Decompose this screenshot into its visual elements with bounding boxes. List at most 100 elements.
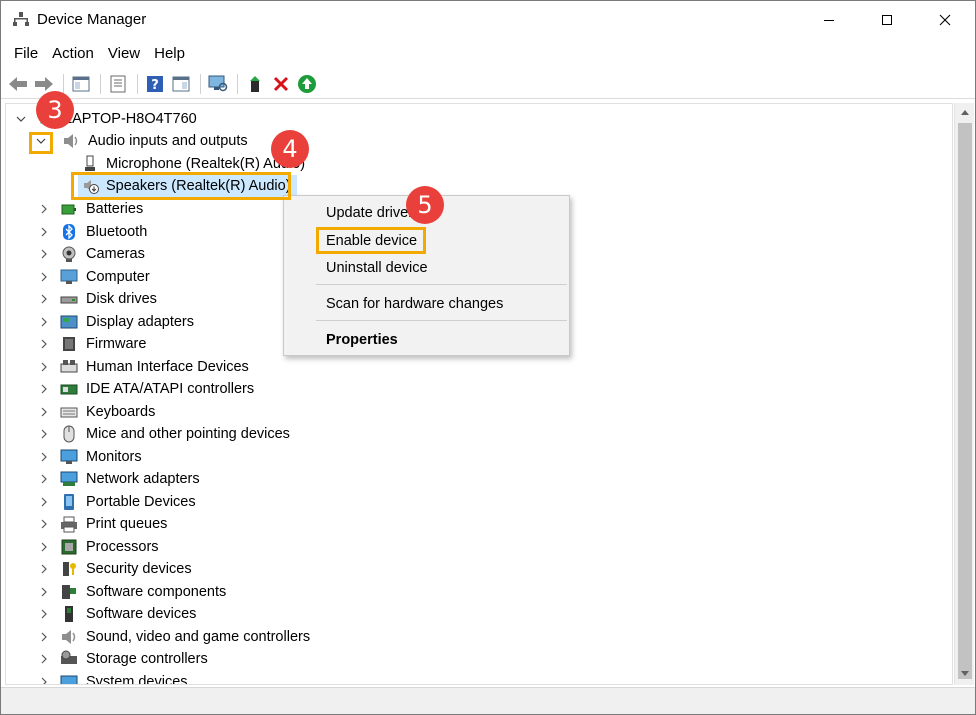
security-device-icon: [63, 562, 76, 576]
category-label: Sound, video and game controllers: [86, 628, 311, 645]
tree-category-human-interface-devices[interactable]: Human Interface Devices: [40, 356, 249, 378]
chevron-right-icon: [41, 609, 47, 619]
tree-category-software-components[interactable]: Software components: [40, 581, 226, 603]
update-driver-icon: [250, 75, 260, 92]
close-icon: [939, 14, 951, 26]
maximize-button[interactable]: [859, 1, 915, 39]
category-label: System devices: [86, 673, 188, 685]
category-label: Display adapters: [86, 313, 194, 330]
chevron-right-icon: [41, 564, 47, 574]
chevron-right-icon: [41, 654, 47, 664]
category-label: Computer: [86, 268, 150, 285]
show-hide-console-tree-button[interactable]: [70, 73, 92, 95]
tree-category-network-adapters[interactable]: Network adapters: [40, 468, 200, 490]
tree-category-sound-video-and-game-controllers[interactable]: Sound, video and game controllers: [40, 626, 310, 648]
menu-file[interactable]: File: [1, 41, 45, 67]
tree-category-batteries[interactable]: Batteries: [40, 198, 143, 220]
highlight-box-expand-chevron: [29, 132, 53, 154]
scroll-down-button[interactable]: [955, 665, 975, 683]
menu-view[interactable]: View: [101, 41, 147, 67]
update-driver-button[interactable]: [244, 73, 266, 95]
enable-device-button[interactable]: [296, 73, 318, 95]
category-label: Security devices: [86, 561, 192, 577]
tree-category-security-devices[interactable]: Security devices: [40, 558, 192, 580]
category-label: Portable Devices: [86, 493, 196, 510]
tree-category-disk-drives[interactable]: Disk drives: [40, 288, 157, 310]
toolbar-separator: [100, 73, 101, 94]
uninstall-device-button[interactable]: [270, 73, 292, 95]
tree-category-mice-and-other-pointing-devices[interactable]: Mice and other pointing devices: [40, 423, 290, 445]
help-icon: ?: [147, 75, 163, 93]
tree-category-portable-devices[interactable]: Portable Devices: [40, 491, 196, 513]
tree-category-print-queues[interactable]: Print queues: [40, 513, 167, 535]
category-label: Keyboards: [86, 403, 156, 420]
computer-name: LAPTOP-H8O4T760: [64, 111, 197, 127]
properties-icon: [110, 75, 126, 92]
chevron-right-icon: [41, 429, 47, 439]
tree-category-storage-controllers[interactable]: Storage controllers: [40, 648, 208, 670]
tree-category-firmware[interactable]: Firmware: [40, 333, 146, 355]
chevron-right-icon: [41, 587, 47, 596]
forward-arrow-icon: [35, 76, 53, 91]
menu-help[interactable]: Help: [147, 41, 192, 67]
properties-button[interactable]: [107, 73, 129, 95]
minimize-button[interactable]: [801, 1, 857, 39]
status-bar: [1, 687, 975, 714]
category-label: Disk drives: [86, 291, 157, 307]
tree-category-ide-ata-atapi-controllers[interactable]: IDE ATA/ATAPI controllers: [40, 378, 254, 400]
tree-category-processors[interactable]: Processors: [40, 536, 159, 558]
tree-category-display-adapters[interactable]: Display adapters: [40, 311, 194, 333]
network-adapter-icon: [60, 471, 78, 486]
category-label: Firmware: [86, 336, 147, 352]
scroll-up-button[interactable]: [955, 103, 975, 121]
scroll-up-arrow-icon: [961, 110, 969, 115]
menu-action[interactable]: Action: [45, 41, 101, 67]
display-adapter-icon: [60, 315, 78, 328]
chevron-right-icon: [41, 519, 47, 529]
tree-category-monitors[interactable]: Monitors: [40, 446, 142, 468]
scan-monitor-icon: [208, 75, 228, 91]
chevron-right-icon: [41, 204, 47, 214]
scan-hardware-button[interactable]: [207, 73, 229, 95]
category-label: Bluetooth: [86, 223, 148, 240]
vertical-scrollbar[interactable]: [954, 103, 974, 685]
tree-category-cameras[interactable]: Cameras: [40, 243, 145, 265]
category-label: Processors: [86, 538, 159, 555]
chevron-right-icon: [41, 227, 47, 236]
ide-controller-icon: [60, 384, 78, 395]
tree-category-software-devices[interactable]: Software devices: [40, 603, 196, 625]
menu-uninstall-device[interactable]: Uninstall device: [284, 255, 569, 281]
help-button[interactable]: ?: [144, 73, 166, 95]
portable-device-icon: [64, 493, 74, 510]
category-label: Cameras: [86, 246, 145, 262]
console-tree-icon: [72, 76, 90, 91]
tree-category-system-devices[interactable]: System devices: [40, 671, 188, 685]
close-button[interactable]: [917, 1, 973, 39]
menu-separator: [316, 320, 567, 321]
category-label: Mice and other pointing devices: [86, 426, 290, 442]
menu-scan-hardware[interactable]: Scan for hardware changes: [284, 291, 569, 317]
tree-category-keyboards[interactable]: Keyboards: [40, 401, 155, 423]
action-pane-icon: [172, 76, 190, 91]
tree-category-computer[interactable]: Computer: [40, 266, 150, 288]
menu-separator: [316, 284, 567, 285]
chevron-right-icon: [41, 407, 47, 416]
menu-properties[interactable]: Properties: [284, 327, 569, 353]
chevron-right-icon: [41, 497, 47, 506]
software-component-icon: [62, 584, 76, 599]
back-button[interactable]: [7, 73, 29, 95]
scrollbar-thumb[interactable]: [958, 123, 972, 679]
tree-category-audio[interactable]: Audio inputs and outputs: [34, 130, 248, 152]
title-bar: Device Manager: [1, 1, 975, 39]
action-pane-button[interactable]: [170, 73, 192, 95]
tree-category-bluetooth[interactable]: Bluetooth: [40, 221, 147, 243]
storage-controller-icon: [61, 650, 77, 664]
toolbar-separator: [200, 73, 201, 94]
category-label: Storage controllers: [86, 651, 208, 667]
microphone-device-icon: [85, 155, 95, 171]
firmware-icon: [63, 337, 75, 351]
highlight-box-enable-device: [316, 227, 426, 254]
bluetooth-icon: [63, 223, 75, 240]
toolbar-separator: [63, 73, 64, 94]
category-label: Network adapters: [86, 471, 200, 487]
